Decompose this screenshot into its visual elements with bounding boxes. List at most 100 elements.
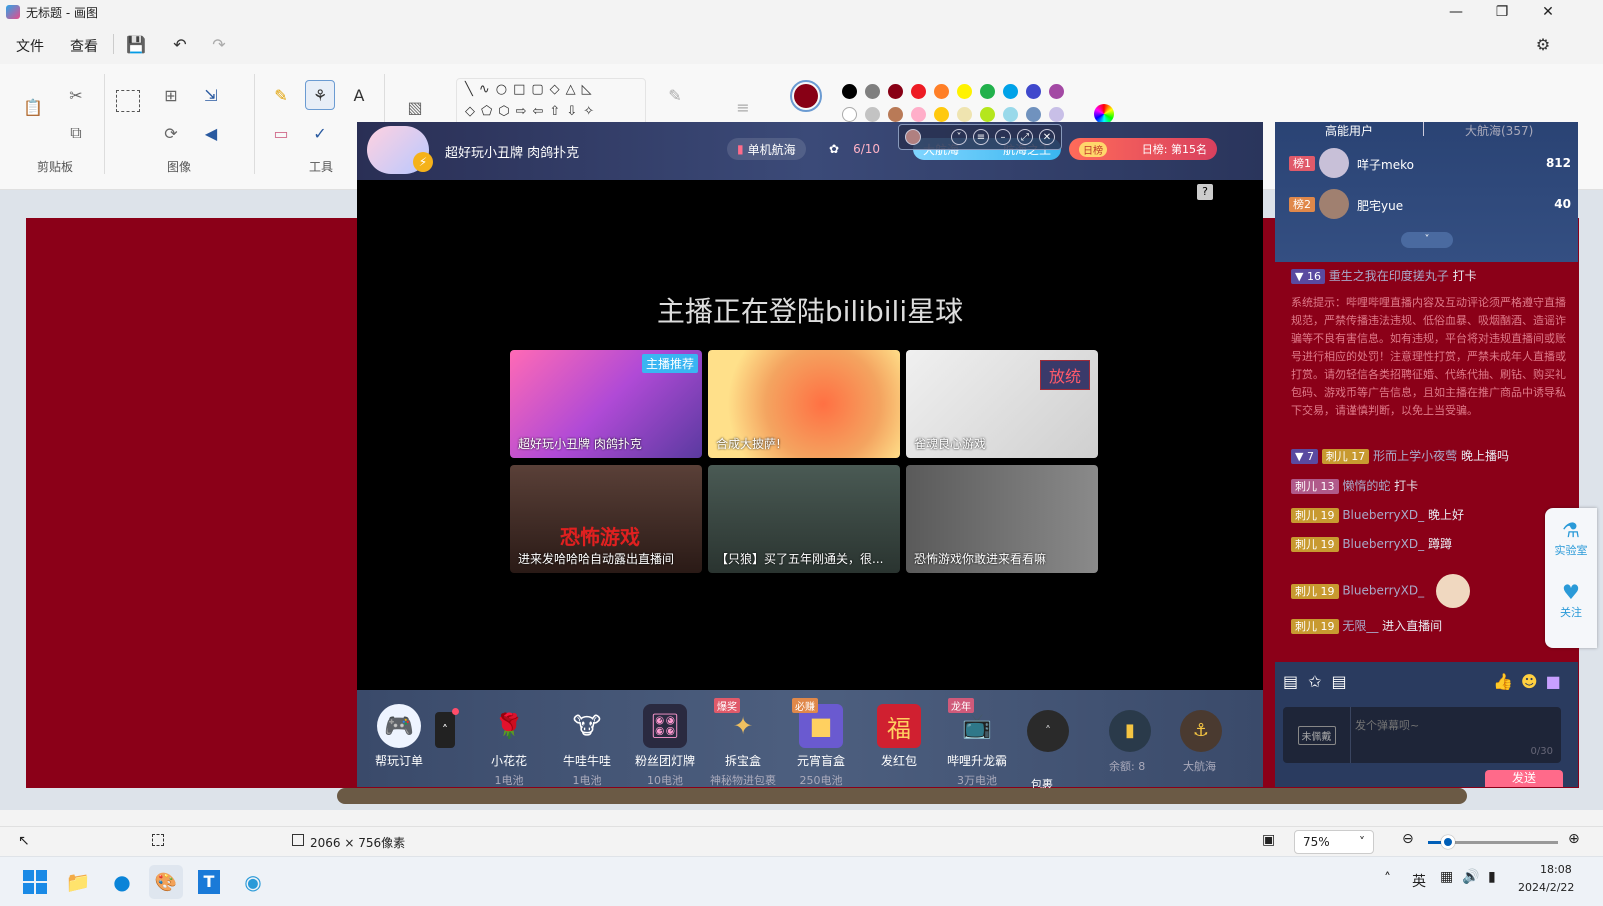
color-swatch[interactable] <box>1003 84 1018 99</box>
chat-name[interactable]: BlueberryXD_ <box>1342 584 1424 598</box>
input-language[interactable]: 英 <box>1412 871 1426 891</box>
paint-icon[interactable]: 🎨 <box>149 865 183 899</box>
color-swatch[interactable] <box>957 107 972 122</box>
color-swatch[interactable] <box>888 84 903 99</box>
thumb-card[interactable]: 恐怖游戏你敢进来看看嘛 <box>906 465 1098 573</box>
chat-name[interactable]: 无限__ <box>1342 619 1378 633</box>
brush-icon[interactable]: ▧ <box>400 92 430 122</box>
network-icon[interactable]: ▦ <box>1440 869 1453 885</box>
color-swatch[interactable] <box>1026 107 1041 122</box>
copy-icon[interactable]: ⧉ <box>61 118 91 148</box>
menu-view[interactable]: 查看 <box>70 36 98 56</box>
gift-item[interactable]: 🎮 帮玩订单 <box>360 704 438 769</box>
color-swatch[interactable] <box>1049 84 1064 99</box>
current-color[interactable] <box>790 80 822 112</box>
file-explorer-icon[interactable]: 📁 <box>61 865 95 899</box>
chevron-up-icon[interactable]: ˄ <box>1384 871 1391 887</box>
edge-icon[interactable]: ● <box>105 865 139 899</box>
save-icon[interactable]: 💾 <box>124 32 148 56</box>
rank-pill[interactable]: 日榜 日榜: 第15名 <box>1069 138 1217 160</box>
chat-name[interactable]: 形而上学小夜莺 <box>1373 449 1457 463</box>
color-swatch[interactable] <box>911 107 926 122</box>
horizontal-scrollbar[interactable] <box>337 788 1467 804</box>
gift-item[interactable]: 福发红包 <box>860 704 938 769</box>
redo-icon[interactable]: ↷ <box>207 32 231 56</box>
edit-colors-icon[interactable] <box>1094 104 1114 124</box>
color-swatch[interactable] <box>957 84 972 99</box>
rank-row[interactable]: 榜1 咩子meko 812 <box>1289 148 1571 180</box>
color-swatch[interactable] <box>865 84 880 99</box>
paste-icon[interactable]: 📋 <box>18 92 48 122</box>
maximize-button[interactable]: ❐ <box>1479 0 1525 24</box>
crop-icon[interactable]: ⊞ <box>156 80 186 110</box>
rank-row[interactable]: 榜2 肥宅yue 40 <box>1289 189 1571 221</box>
color-swatch[interactable] <box>980 107 995 122</box>
tab-voyage[interactable]: 大航海(357) <box>1465 122 1533 139</box>
menu-file[interactable]: 文件 <box>16 36 44 56</box>
chat-name[interactable]: 懒惰的蛇 <box>1342 479 1390 493</box>
cut-icon[interactable]: ✂ <box>61 80 91 110</box>
battery-icon[interactable]: ▮ <box>1488 869 1496 885</box>
close-button[interactable]: ✕ <box>1525 0 1571 24</box>
gear-icon[interactable]: ⚙ <box>1531 32 1555 56</box>
chat-name[interactable]: BlueberryXD_ <box>1342 508 1424 522</box>
thumb-card[interactable]: 恐怖游戏 进来发哈哈哈自动露出直播间 <box>510 465 702 573</box>
gift-panel-icon[interactable]: ■ <box>1546 672 1569 691</box>
shapes-gallery[interactable]: ╲∿○□▢◇△◺ ◇⬠⬡⇨⇦⇧⇩✧ <box>456 78 646 128</box>
record-icon[interactable] <box>905 129 921 145</box>
size-icon[interactable]: ≡ <box>728 92 758 122</box>
rotate-icon[interactable]: ⟳ <box>156 118 186 148</box>
send-button[interactable]: 发送 <box>1485 770 1563 787</box>
color-swatch[interactable] <box>934 84 949 99</box>
zoom-select[interactable]: 75% ˅ <box>1294 830 1374 854</box>
star-icon[interactable]: ✩ <box>1308 672 1331 691</box>
chevron-down-icon[interactable]: ˅ <box>1401 232 1453 248</box>
fit-screen-icon[interactable]: ▣ <box>1262 832 1275 848</box>
text-icon[interactable]: A <box>344 80 374 110</box>
color-swatch[interactable] <box>888 107 903 122</box>
tab-high-energy[interactable]: 高能用户 <box>1325 122 1373 139</box>
danmaku-style-icon[interactable]: ▤ <box>1332 672 1357 691</box>
color-swatch[interactable] <box>934 107 949 122</box>
emoji-icon[interactable]: ☻ <box>1521 672 1546 691</box>
color-swatch[interactable] <box>911 84 926 99</box>
danmaku-input[interactable] <box>1355 713 1553 737</box>
color-swatch[interactable] <box>1049 107 1064 122</box>
gift-item[interactable]: 龙年 📺 哔哩升龙霸 3万电池 <box>938 698 1016 788</box>
flip-icon[interactable]: ◀ <box>196 118 226 148</box>
eraser-icon[interactable]: ▭ <box>266 118 296 148</box>
color-swatch[interactable] <box>1003 107 1018 122</box>
thumb-card[interactable]: 【只狼】买了五年刚通关，很... <box>708 465 900 573</box>
color-swatch[interactable] <box>842 84 857 99</box>
chat-name[interactable]: BlueberryXD_ <box>1342 537 1424 551</box>
settings-icon[interactable]: ≡ <box>973 129 989 145</box>
select-icon[interactable] <box>116 90 140 112</box>
help-icon[interactable]: ? <box>1197 184 1213 200</box>
outline-icon[interactable]: ✎ <box>660 80 690 110</box>
chevron-up-icon[interactable]: ˄ <box>1027 710 1069 752</box>
expand-icon[interactable]: ⤢ <box>1017 129 1033 145</box>
like-icon[interactable]: 👍 <box>1493 672 1521 691</box>
volume-icon[interactable]: 🔊 <box>1462 869 1479 885</box>
thumb-card[interactable]: 放统 雀魂良心游戏 <box>906 350 1098 458</box>
thumb-card[interactable]: 主播推荐 超好玩小丑牌 肉鸽扑克 <box>510 350 702 458</box>
expand-icon[interactable]: ˄ <box>435 712 455 748</box>
undo-icon[interactable]: ↶ <box>168 32 192 56</box>
start-icon[interactable] <box>18 865 52 899</box>
text-editor-icon[interactable]: T <box>192 865 226 899</box>
follow-button[interactable]: ♥ 关注 <box>1545 580 1597 620</box>
clock-time[interactable]: 18:08 <box>1540 863 1572 876</box>
zoom-out-icon[interactable]: ⊖ <box>1402 831 1414 847</box>
color-swatch[interactable] <box>865 107 880 122</box>
danmaku-settings-icon[interactable]: ▤ <box>1283 672 1308 691</box>
clock-date[interactable]: 2024/2/22 <box>1518 881 1574 894</box>
gift-item[interactable]: 🎛 粉丝团灯牌 10电池 <box>626 704 704 788</box>
zoom-in-icon[interactable]: ⊕ <box>1568 831 1580 847</box>
zoom-slider-thumb[interactable] <box>1440 835 1455 849</box>
lab-button[interactable]: ⚗ 实验室 <box>1545 518 1597 558</box>
area-button[interactable]: ▮ 单机航海 <box>727 138 806 160</box>
gift-item[interactable]: 爆奖 ✦ 拆宝盒 神秘物进包裹 <box>704 698 782 788</box>
chevron-down-icon[interactable]: ˅ <box>951 129 967 145</box>
gift-item[interactable]: 必赚 ■ 元宵盲盒 250电池 <box>782 698 860 788</box>
gift-item[interactable]: 🌹 小花花 1电池 <box>470 704 548 788</box>
